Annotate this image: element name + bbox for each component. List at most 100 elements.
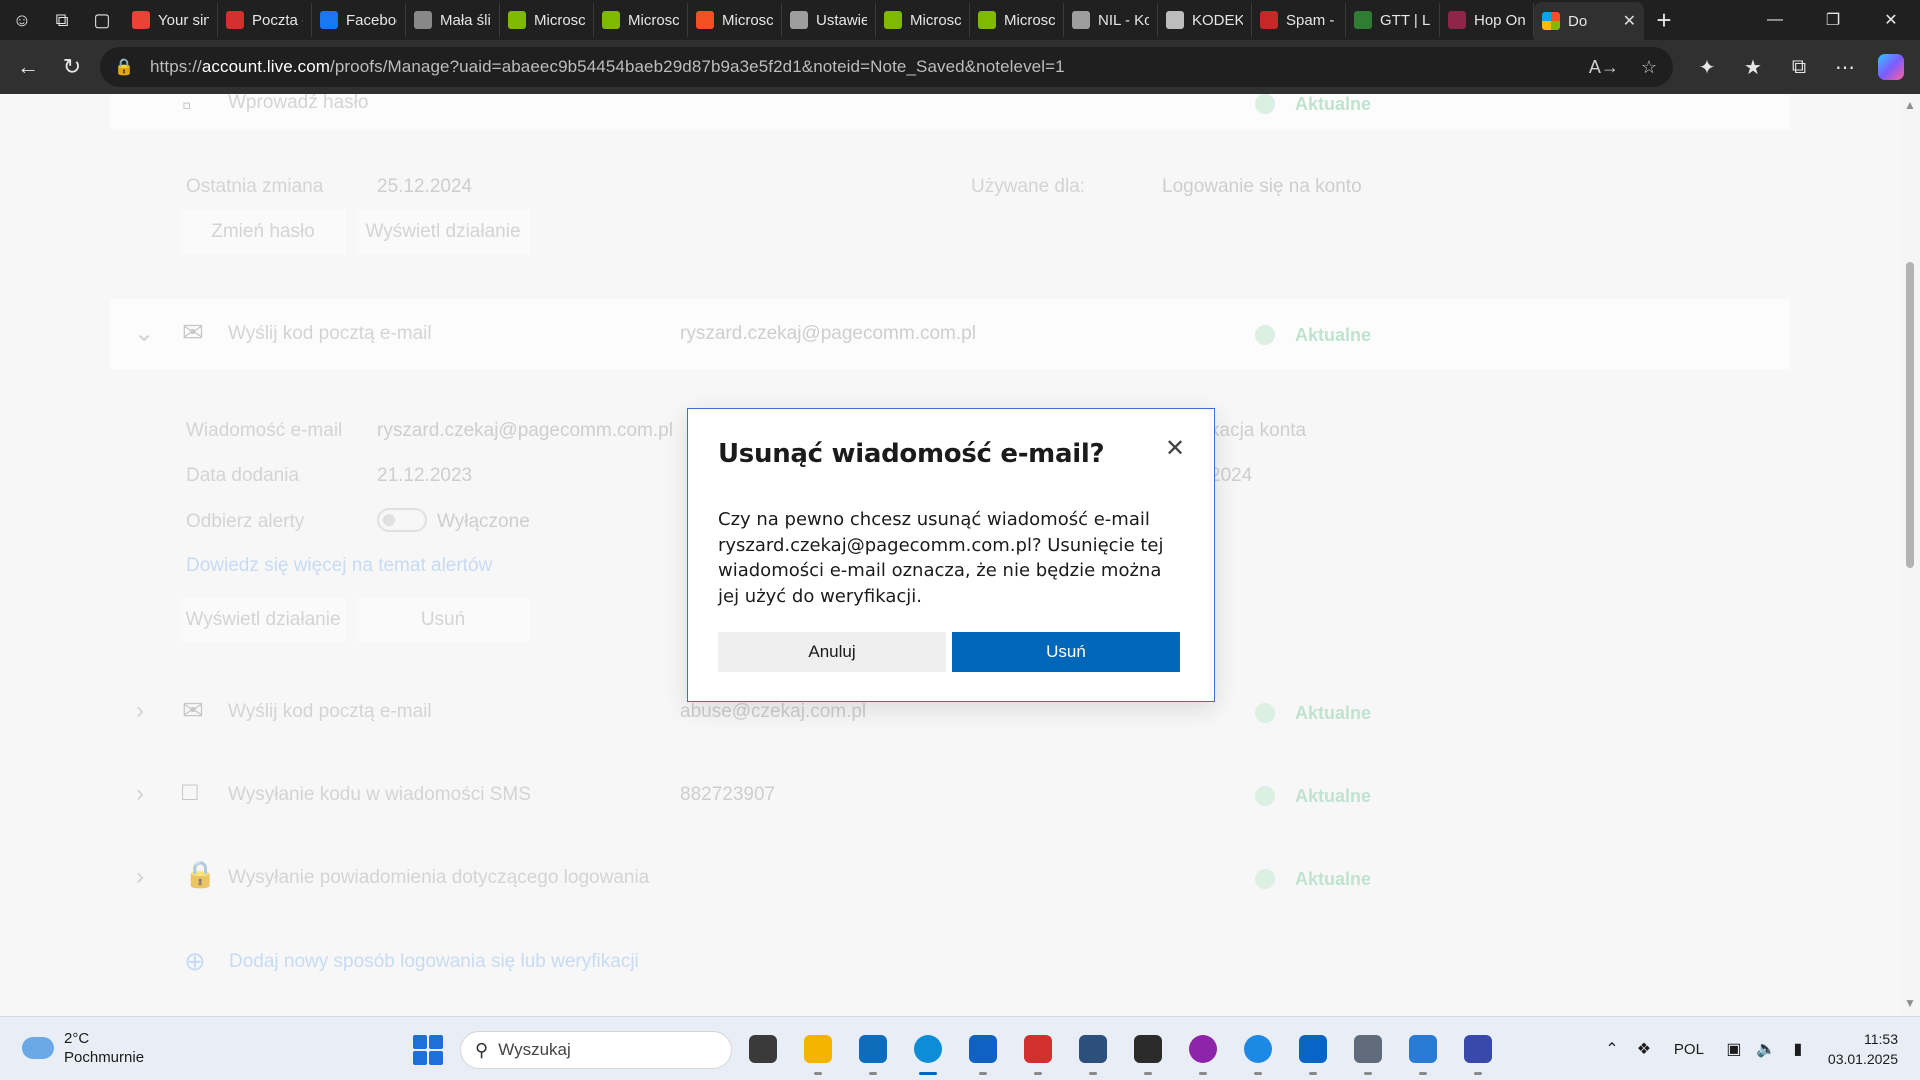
browser-tab[interactable]: Ustawie [782,3,876,37]
new-tab-button[interactable]: + [1644,0,1684,40]
pdf-app-taskbar-button[interactable] [1020,1029,1055,1075]
running-indicator [1363,1072,1372,1075]
window-controls: — ❐ ✕ [1746,0,1920,40]
search-icon: ⚲ [475,1039,489,1060]
browser-tab[interactable]: Spam - [1252,3,1346,37]
browser-tab[interactable]: Your sin [124,3,218,37]
tab-favicon-icon [1354,11,1372,29]
dialog-message: Czy na pewno chcesz usunąć wiadomość e-m… [718,509,1164,607]
tab-favicon-icon [696,11,714,29]
firefox-like-icon [1243,1035,1272,1063]
tab-actions-icon[interactable]: ▢ [84,2,120,38]
running-indicator [1198,1072,1207,1075]
favorite-star-icon[interactable]: ☆ [1641,57,1657,78]
browser-tab[interactable]: Microsc [876,3,970,37]
start-button[interactable] [413,1035,443,1065]
tab-favicon-icon [1448,11,1466,29]
tab-title: Poczta - [252,11,303,29]
browser-tab[interactable]: Poczta - [218,3,312,37]
taskbar-search[interactable]: ⚲ Wyszukaj [460,1031,732,1069]
tab-title: GTT | Le [1380,11,1431,29]
tab-favicon-icon [602,11,620,29]
read-aloud-icon[interactable]: A→ [1589,57,1619,78]
browser-tab[interactable]: Microsc [500,3,594,37]
browser-nav-bar: ← ↻ 🔒 https://account.live.com/proofs/Ma… [0,40,1920,94]
firefox-like-taskbar-button[interactable] [1240,1029,1275,1075]
chevron-up-icon[interactable]: ⌃ [1596,1039,1628,1059]
outlook-taskbar-button[interactable] [855,1029,890,1075]
collections-icon[interactable]: ⧉ [1780,45,1818,89]
workspaces-icon[interactable]: ⧉ [44,2,80,38]
terminal-taskbar-button[interactable] [1130,1029,1165,1075]
tab-title: Microsc [722,11,773,29]
running-indicator [1033,1072,1042,1075]
file-explorer-icon [803,1035,832,1063]
url-text[interactable]: https://account.live.com/proofs/Manage?u… [150,57,1065,77]
copilot-icon[interactable] [1872,45,1910,89]
browser-tab[interactable]: Microsc [594,3,688,37]
podcast-app-taskbar-button[interactable] [1185,1029,1220,1075]
search-placeholder: Wyszukaj [498,1040,571,1059]
settings-icon [1353,1035,1382,1063]
address-bar[interactable]: 🔒 https://account.live.com/proofs/Manage… [100,47,1673,87]
browser-tab[interactable]: KODEKS [1158,3,1252,37]
tab-title: NIL - Ko [1098,11,1149,29]
pinned-apps [745,1029,1495,1075]
language-indicator[interactable]: POL [1674,1041,1704,1058]
lock-icon[interactable]: 🔒 [114,57,138,77]
system-tray: ⌃ ❖ POL ▣ 🔈 ▮ 11:53 03.01.2025 [1596,1017,1920,1080]
running-indicator [868,1072,877,1075]
virtualbox-taskbar-button[interactable] [1075,1029,1110,1075]
extensions-icon[interactable]: ✦ [1688,45,1726,89]
browser-tab[interactable]: NIL - Ko [1064,3,1158,37]
running-indicator [1473,1072,1482,1075]
close-window-button[interactable]: ✕ [1862,0,1920,40]
tab-favicon-icon [1072,11,1090,29]
browser-tab[interactable]: GTT | Le [1346,3,1440,37]
monitor-app-icon [1408,1035,1437,1063]
store-taskbar-button[interactable] [965,1029,1000,1075]
refresh-button[interactable]: ↻ [50,45,94,89]
battery-icon[interactable]: ▮ [1782,1039,1814,1059]
restore-button[interactable]: ❐ [1804,0,1862,40]
dropbox-icon[interactable]: ❖ [1628,1039,1660,1059]
cancel-button[interactable]: Anuluj [718,632,946,672]
save-app-icon [1463,1035,1492,1063]
back-button[interactable]: ← [6,45,50,89]
tab-favicon-icon [978,11,996,29]
network-icon[interactable]: ▣ [1718,1039,1750,1059]
tab-title: Ustawie [816,11,867,29]
volume-icon[interactable]: 🔈 [1750,1039,1782,1059]
browser-tab[interactable]: Hop On [1440,3,1534,37]
weather-widget[interactable]: 2°C Pochmurnie [22,1029,144,1067]
file-explorer-taskbar-button[interactable] [800,1029,835,1075]
close-icon[interactable]: ✕ [1162,435,1188,462]
tab-title: Your sin [158,11,209,29]
close-tab-icon[interactable]: ✕ [1623,11,1636,31]
clock-time: 11:53 [1864,1031,1898,1047]
tab-favicon-icon [320,11,338,29]
tab-title: Microsc [628,11,679,29]
monitor-app-taskbar-button[interactable] [1405,1029,1440,1075]
browser-tab[interactable]: Microsc [688,3,782,37]
defender-taskbar-button[interactable] [1295,1029,1330,1075]
virtualbox-icon [1078,1035,1107,1063]
settings-taskbar-button[interactable] [1350,1029,1385,1075]
edge-taskbar-button[interactable] [910,1029,945,1075]
task-view-taskbar-button[interactable] [745,1029,780,1069]
browser-tab[interactable]: Faceboo [312,3,406,37]
profile-icon[interactable]: ☺ [4,2,40,38]
confirm-delete-button[interactable]: Usuń [952,632,1180,672]
running-indicator [1253,1072,1262,1075]
browser-tab-active[interactable]: Do ✕ [1534,2,1644,40]
browser-tab[interactable]: Microsc [970,3,1064,37]
tab-title: Hop On [1474,11,1525,29]
clock[interactable]: 11:53 03.01.2025 [1828,1029,1898,1069]
favorites-icon[interactable]: ★ [1734,45,1772,89]
browser-tab[interactable]: Mała śli [406,3,500,37]
tab-favicon-icon [508,11,526,29]
task-view-icon [748,1035,777,1063]
more-menu-icon[interactable]: ⋯ [1826,45,1864,89]
save-app-taskbar-button[interactable] [1460,1029,1495,1075]
minimize-button[interactable]: — [1746,0,1804,40]
